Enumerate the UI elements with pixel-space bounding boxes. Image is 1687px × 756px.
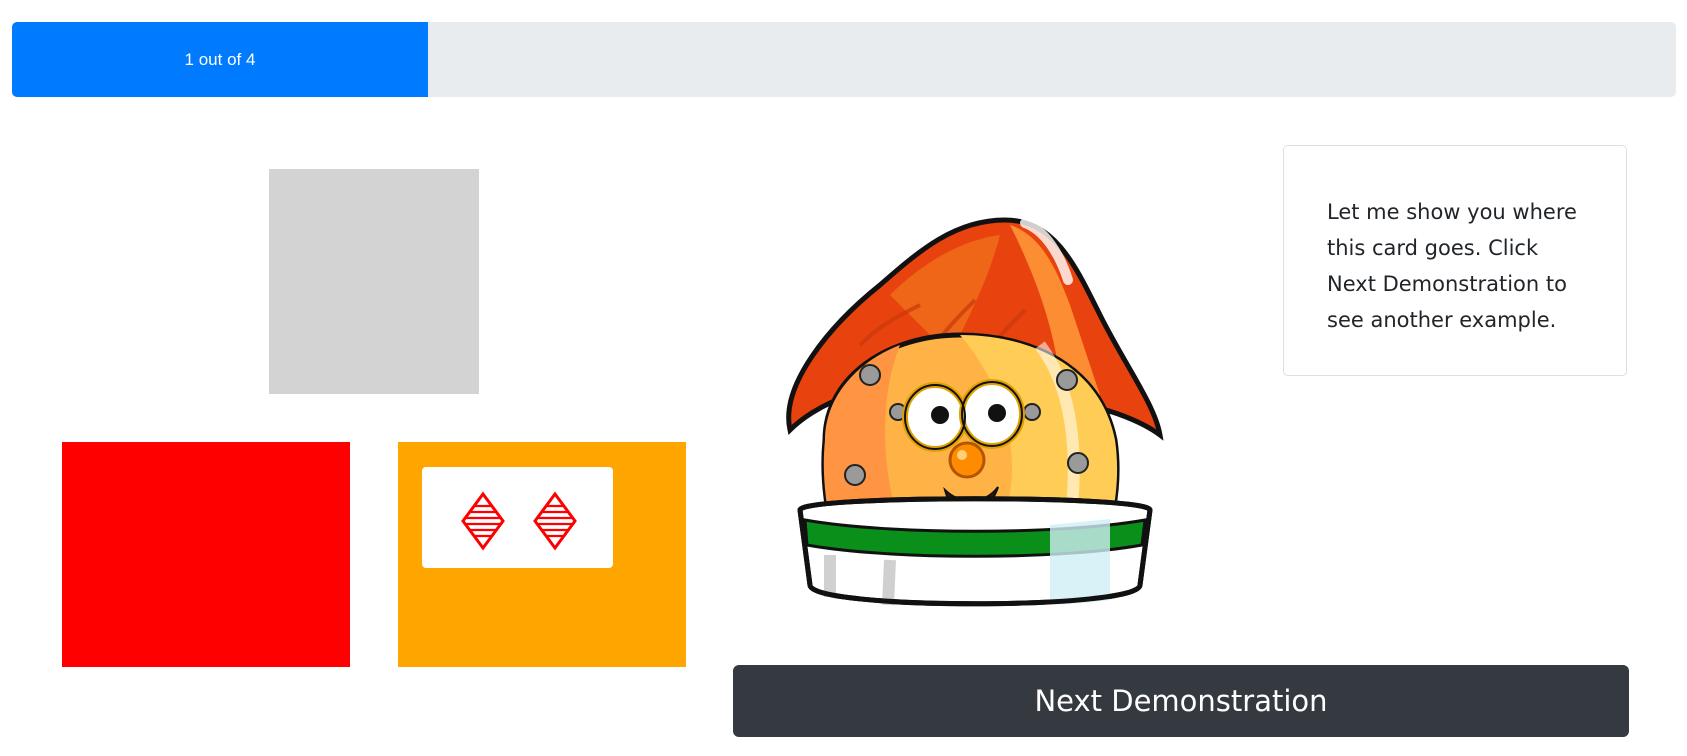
instruction-panel: Let me show you where this card goes. Cl… bbox=[1283, 145, 1627, 376]
progress-bar: 1 out of 4 bbox=[12, 22, 1676, 97]
progress-label: 1 out of 4 bbox=[184, 49, 256, 69]
diamond-icon bbox=[461, 491, 505, 551]
target-card-red[interactable] bbox=[62, 442, 350, 667]
robot-character-icon bbox=[786, 217, 1164, 607]
diamond-icon bbox=[533, 491, 577, 551]
card-symbol-panel bbox=[422, 467, 613, 568]
deck-card-placeholder bbox=[269, 169, 479, 394]
instruction-text: Let me show you where this card goes. Cl… bbox=[1327, 200, 1577, 332]
progress-fill: 1 out of 4 bbox=[12, 22, 428, 97]
next-demonstration-button[interactable]: Next Demonstration bbox=[733, 665, 1629, 737]
target-card-orange[interactable] bbox=[398, 442, 686, 667]
